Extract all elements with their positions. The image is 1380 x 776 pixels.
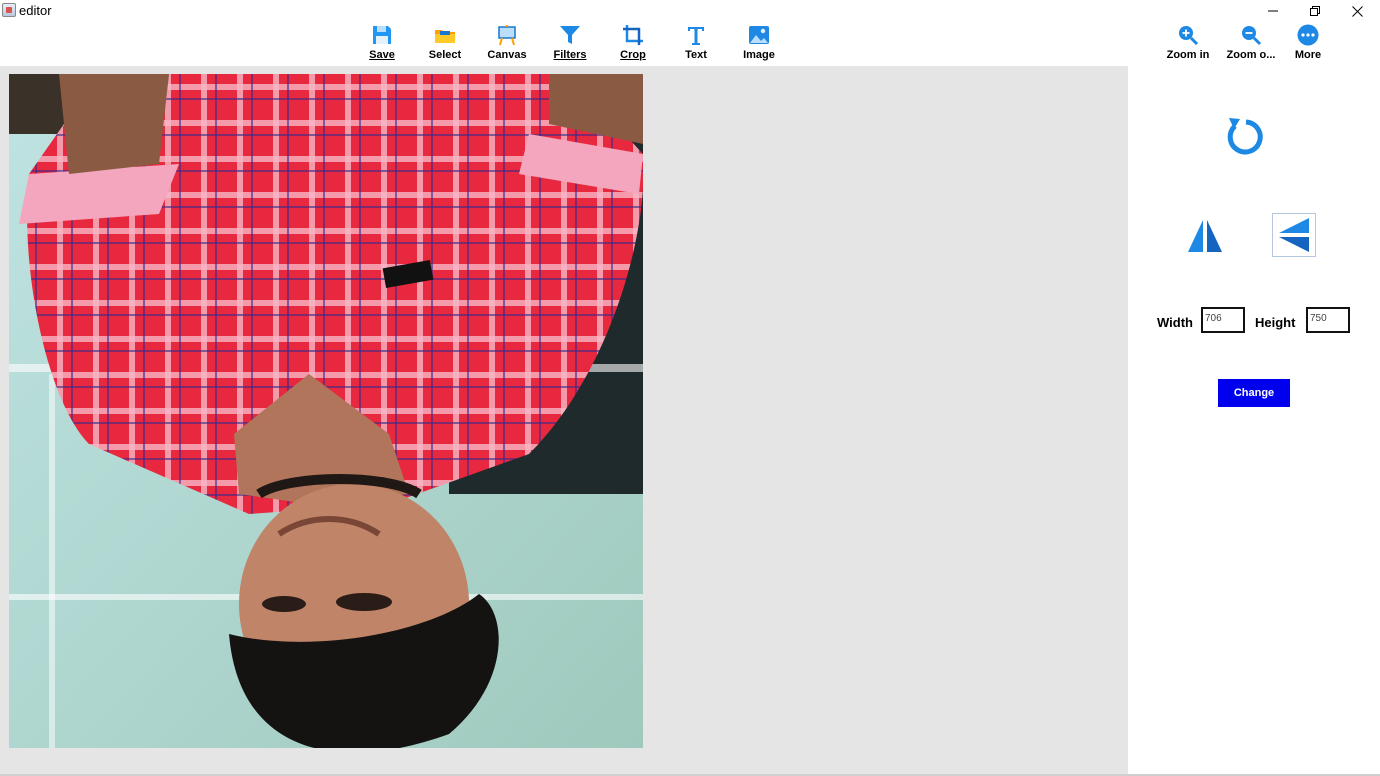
zoom-out-icon [1242, 26, 1262, 46]
toolbar: Save Select Canvas Filters Crop Text Ima… [0, 22, 1380, 66]
filters-button[interactable]: Filters [539, 22, 601, 66]
height-label: Height [1255, 315, 1296, 330]
rotate-button[interactable] [1225, 116, 1263, 156]
canvas-icon [498, 25, 516, 46]
canvas-area[interactable] [0, 66, 1128, 774]
flip-vertical-icon [1279, 218, 1309, 252]
width-label: Width [1157, 315, 1193, 330]
select-label: Select [428, 49, 462, 61]
text-label: Text [685, 49, 707, 61]
close-button[interactable] [1336, 0, 1378, 22]
change-button[interactable]: Change [1218, 379, 1290, 407]
text-icon [688, 27, 704, 45]
close-icon [1351, 5, 1363, 17]
zoom-in-icon [1179, 26, 1199, 46]
image-icon [749, 26, 769, 44]
select-button[interactable]: Select [414, 22, 476, 66]
title-bar: editor [0, 0, 1380, 22]
select-icon [435, 30, 455, 43]
filters-label: Filters [553, 49, 587, 61]
canvas-button[interactable]: Canvas [476, 22, 538, 66]
rotate-icon [1227, 118, 1263, 155]
properties-panel: Width 706 Height 750 Change [1128, 66, 1380, 774]
text-button[interactable]: Text [665, 22, 727, 66]
restore-button[interactable] [1294, 0, 1336, 22]
flip-horizontal-icon [1188, 220, 1222, 252]
restore-icon [1310, 6, 1320, 16]
image-label: Image [743, 49, 775, 61]
crop-button[interactable]: Crop [602, 22, 664, 66]
zoom-out-label: Zoom o... [1226, 49, 1276, 61]
more-button[interactable]: More [1277, 22, 1339, 66]
crop-label: Crop [620, 49, 646, 61]
save-icon [373, 26, 391, 44]
more-label: More [1294, 49, 1322, 61]
java-app-icon [2, 3, 16, 17]
flip-horizontal-button[interactable] [1186, 218, 1224, 254]
window-title: editor [19, 3, 52, 18]
image-preview[interactable] [9, 74, 643, 748]
width-input[interactable]: 706 [1201, 307, 1245, 333]
minimize-button[interactable] [1252, 0, 1294, 22]
zoom-in-button[interactable]: Zoom in [1157, 22, 1219, 66]
image-button[interactable]: Image [728, 22, 790, 66]
height-input[interactable]: 750 [1306, 307, 1350, 333]
zoom-out-button[interactable]: Zoom o... [1220, 22, 1282, 66]
save-label: Save [369, 49, 395, 61]
filters-icon [560, 26, 580, 44]
flip-vertical-button[interactable] [1272, 213, 1316, 257]
minimize-icon [1268, 10, 1278, 12]
crop-icon [623, 25, 643, 45]
canvas-label: Canvas [487, 49, 527, 61]
save-button[interactable]: Save [351, 22, 413, 66]
more-icon [1297, 24, 1319, 46]
portrait-photo [9, 74, 643, 748]
zoom-in-label: Zoom in [1166, 49, 1210, 61]
